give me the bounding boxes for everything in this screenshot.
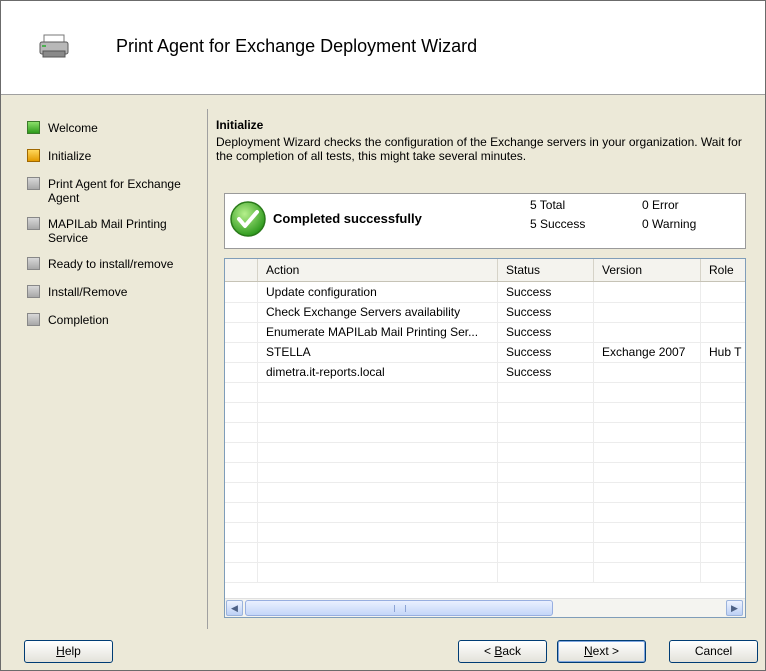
step-list: Welcome Initialize Print Agent for Excha… <box>27 121 207 341</box>
scroll-grip-icon <box>394 605 406 612</box>
cell-status: Success <box>497 282 593 302</box>
divider <box>207 109 208 629</box>
empty-row <box>225 442 745 463</box>
cell-role <box>700 282 745 302</box>
cell-version: Exchange 2007 <box>593 342 700 362</box>
table-row[interactable]: Enumerate MAPILab Mail Printing Ser... S… <box>225 322 745 343</box>
cell-role: Hub T <box>700 342 745 362</box>
step-label: Completion <box>48 313 109 327</box>
cell-status: Success <box>497 322 593 342</box>
wizard-header: Print Agent for Exchange Deployment Wiza… <box>1 1 765 95</box>
results-table[interactable]: Action Status Version Role Update config… <box>224 258 746 618</box>
step-pending-icon <box>27 285 40 298</box>
empty-row <box>225 542 745 563</box>
cell-action: dimetra.it-reports.local <box>257 362 497 382</box>
step-completion: Completion <box>27 313 207 341</box>
empty-row <box>225 402 745 423</box>
step-mapilab-service: MAPILab Mail Printing Service <box>27 217 207 257</box>
printer-icon <box>39 34 69 58</box>
help-button[interactable]: Help <box>24 640 113 663</box>
empty-row <box>225 462 745 483</box>
column-status[interactable]: Status <box>497 259 593 281</box>
cell-status: Success <box>497 342 593 362</box>
success-count: 5 Success <box>530 217 586 231</box>
step-welcome: Welcome <box>27 121 207 149</box>
back-button[interactable]: < Back <box>458 640 547 663</box>
cell-version <box>593 282 700 302</box>
step-pending-icon <box>27 257 40 270</box>
status-panel: Completed successfully 5 Total 5 Success… <box>224 193 746 249</box>
empty-row <box>225 502 745 523</box>
step-done-icon <box>27 121 40 134</box>
cancel-button[interactable]: Cancel <box>669 640 758 663</box>
step-label: MAPILab Mail Printing Service <box>48 217 167 245</box>
next-hotkey: N <box>583 644 593 658</box>
step-install-remove: Install/Remove <box>27 285 207 313</box>
success-check-icon <box>230 201 266 237</box>
cell-version <box>593 322 700 342</box>
warning-count: 0 Warning <box>642 217 697 231</box>
table-header: Action Status Version Role <box>225 259 745 282</box>
cell-version <box>593 362 700 382</box>
wizard-title: Print Agent for Exchange Deployment Wiza… <box>116 36 478 56</box>
table-row[interactable]: Update configuration Success <box>225 282 745 303</box>
next-button[interactable]: Next > <box>557 640 646 663</box>
help-hotkey: H <box>56 644 65 658</box>
column-role[interactable]: Role <box>700 259 745 281</box>
cell-action: Enumerate MAPILab Mail Printing Ser... <box>257 322 497 342</box>
column-action[interactable]: Action <box>257 259 497 281</box>
page-title: Initialize <box>216 118 264 132</box>
empty-row <box>225 482 745 503</box>
step-label: Print Agent for Exchange Agent <box>48 177 181 205</box>
cell-role <box>700 302 745 322</box>
header-spacer <box>225 259 257 281</box>
step-label: Welcome <box>48 121 98 135</box>
step-label: Ready to install/remove <box>48 257 174 271</box>
cell-role <box>700 362 745 382</box>
step-pending-icon <box>27 313 40 326</box>
step-active-icon <box>27 149 40 162</box>
status-text: Completed successfully <box>273 211 422 226</box>
cell-role <box>700 322 745 342</box>
cell-action: STELLA <box>257 342 497 362</box>
horizontal-scrollbar[interactable]: ◀ ▶ <box>225 598 745 617</box>
scrollbar-thumb[interactable] <box>245 600 553 616</box>
step-pending-icon <box>27 217 40 230</box>
cell-status: Success <box>497 362 593 382</box>
empty-row <box>225 522 745 543</box>
step-initialize: Initialize <box>27 149 207 177</box>
page-description: Deployment Wizard checks the configurati… <box>216 135 742 163</box>
empty-row <box>225 422 745 443</box>
total-count: 5 Total <box>530 198 566 212</box>
step-ready: Ready to install/remove <box>27 257 207 285</box>
table-row[interactable]: dimetra.it-reports.local Success <box>225 362 745 383</box>
cell-action: Check Exchange Servers availability <box>257 302 497 322</box>
cell-action: Update configuration <box>257 282 497 302</box>
column-version[interactable]: Version <box>593 259 700 281</box>
table-row[interactable]: STELLA Success Exchange 2007 Hub T <box>225 342 745 363</box>
scroll-right-icon[interactable]: ▶ <box>726 600 743 616</box>
step-label: Install/Remove <box>48 285 128 299</box>
empty-row <box>225 562 745 583</box>
next-label: ext > <box>592 644 620 658</box>
cell-version <box>593 302 700 322</box>
back-prefix: < <box>483 644 495 658</box>
step-label: Initialize <box>48 149 92 163</box>
error-count: 0 Error <box>642 198 679 212</box>
wizard-window: Print Agent for Exchange Deployment Wiza… <box>0 0 766 671</box>
back-label: ack <box>502 644 522 658</box>
help-label: elp <box>64 644 81 658</box>
table-row[interactable]: Check Exchange Servers availability Succ… <box>225 302 745 323</box>
empty-row <box>225 382 745 403</box>
cell-status: Success <box>497 302 593 322</box>
step-print-agent: Print Agent for Exchange Agent <box>27 177 207 217</box>
scroll-left-icon[interactable]: ◀ <box>226 600 243 616</box>
step-pending-icon <box>27 177 40 190</box>
